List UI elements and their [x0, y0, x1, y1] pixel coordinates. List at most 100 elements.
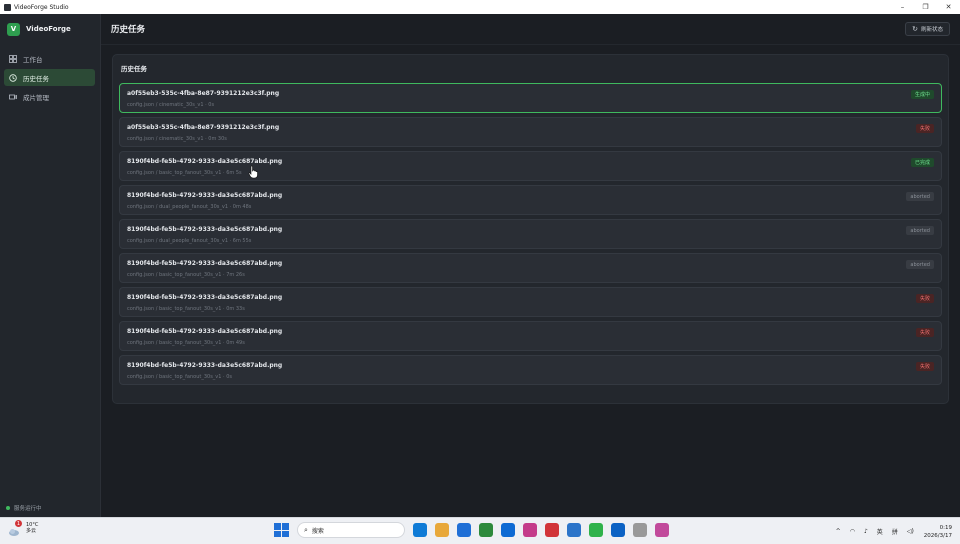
task-row[interactable]: 8190f4bd-fe5b-4792-9333-da3e5c687abd.png…: [119, 185, 942, 215]
taskbar-apps: ⌕ 搜索: [273, 522, 669, 538]
sidebar-item-videos[interactable]: 成片管理: [4, 88, 95, 105]
task-meta: config.json / basic_top_fanout_30s_v1 · …: [127, 306, 245, 312]
service-status: 服务运行中: [6, 504, 42, 512]
wifi-icon[interactable]: ◠: [850, 528, 855, 535]
window-title: VideoForge Studio: [14, 3, 69, 11]
status-dot-icon: [6, 506, 10, 510]
sidebar-item-history[interactable]: 历史任务: [4, 69, 95, 86]
status-badge: 已完成: [910, 158, 934, 167]
microphone-icon[interactable]: ♪: [864, 528, 868, 535]
task-row[interactable]: 8190f4bd-fe5b-4792-9333-da3e5c687abd.png…: [119, 287, 942, 317]
sidebar-item-label: 工作台: [23, 55, 43, 64]
sidebar-item-label: 历史任务: [23, 74, 49, 83]
task-filename: a0f55eb3-535c-4fba-8e87-9391212e3c3f.png: [127, 90, 280, 97]
window-titlebar: VideoForge Studio – ❐ ✕: [0, 0, 960, 14]
clock-time: 0:19: [939, 524, 952, 531]
app-icon: [4, 3, 11, 11]
task-row[interactable]: 8190f4bd-fe5b-4792-9333-da3e5c687abd.png…: [119, 355, 942, 385]
task-filename: 8190f4bd-fe5b-4792-9333-da3e5c687abd.png: [127, 158, 283, 165]
cloud-icon: 1: [8, 520, 22, 536]
task-filename: 8190f4bd-fe5b-4792-9333-da3e5c687abd.png: [127, 294, 283, 301]
taskbar-app-icon[interactable]: [611, 523, 625, 537]
task-filename: 8190f4bd-fe5b-4792-9333-da3e5c687abd.png: [127, 192, 283, 199]
taskbar-search[interactable]: ⌕ 搜索: [297, 522, 405, 538]
task-filename: 8190f4bd-fe5b-4792-9333-da3e5c687abd.png: [127, 328, 283, 335]
status-badge: aborted: [906, 260, 934, 269]
taskbar-app-icon[interactable]: [523, 523, 537, 537]
ime-indicator[interactable]: 拼: [892, 527, 898, 536]
video-icon: [9, 93, 17, 101]
task-row[interactable]: a0f55eb3-535c-4fba-8e87-9391212e3c3f.png…: [119, 117, 942, 147]
task-row[interactable]: 8190f4bd-fe5b-4792-9333-da3e5c687abd.png…: [119, 253, 942, 283]
notification-badge: 1: [15, 520, 22, 527]
task-meta: config.json / basic_top_fanout_30s_v1 · …: [127, 340, 245, 346]
brand: V VideoForge: [0, 14, 100, 44]
task-meta: config.json / basic_top_fanout_30s_v1 · …: [127, 170, 242, 176]
task-list: a0f55eb3-535c-4fba-8e87-9391212e3c3f.png…: [119, 83, 942, 389]
taskbar-app-icon[interactable]: [501, 523, 515, 537]
hand-cursor-icon: [248, 165, 258, 179]
clock-icon: [9, 73, 17, 82]
sidebar-nav: 工作台 历史任务 成片管理: [0, 50, 100, 105]
chevron-up-icon[interactable]: ^: [836, 528, 841, 535]
taskbar-app-icon[interactable]: [567, 523, 581, 537]
sidebar-item-label: 成片管理: [23, 93, 49, 102]
maximize-button[interactable]: ❐: [914, 0, 937, 14]
volume-icon[interactable]: ◁): [907, 528, 914, 535]
task-row[interactable]: 8190f4bd-fe5b-4792-9333-da3e5c687abd.png…: [119, 151, 942, 181]
service-status-text: 服务运行中: [14, 506, 42, 512]
status-badge: 失败: [915, 328, 934, 337]
minimize-button[interactable]: –: [891, 0, 914, 14]
taskbar-app-icon[interactable]: [589, 523, 603, 537]
task-meta: config.json / cinematic_30s_v1 · 0s: [127, 102, 215, 108]
page-title: 历史任务: [111, 25, 146, 35]
task-meta: config.json / dual_people_fanout_30s_v1 …: [127, 204, 252, 210]
task-row[interactable]: a0f55eb3-535c-4fba-8e87-9391212e3c3f.png…: [119, 83, 942, 113]
task-meta: config.json / cinematic_30s_v1 · 0m 30s: [127, 136, 227, 142]
taskbar-app-icon[interactable]: [545, 523, 559, 537]
task-meta: config.json / basic_top_fanout_30s_v1 · …: [127, 272, 245, 278]
brand-name: VideoForge: [26, 25, 71, 33]
close-button[interactable]: ✕: [937, 0, 960, 14]
search-icon: ⌕: [304, 525, 308, 534]
status-badge: aborted: [906, 226, 934, 235]
grid-icon: [9, 54, 17, 63]
status-badge: 失败: [915, 294, 934, 303]
taskbar-app-icon[interactable]: [633, 523, 647, 537]
language-indicator[interactable]: 英: [877, 527, 883, 536]
taskbar-app-icon[interactable]: [435, 523, 449, 537]
task-meta: config.json / dual_people_fanout_30s_v1 …: [127, 238, 252, 244]
refresh-label: 刷新状态: [920, 27, 943, 33]
sidebar-item-workbench[interactable]: 工作台: [4, 50, 95, 67]
status-badge: 失败: [915, 362, 934, 371]
main-content: 历史任务 ↻ 刷新状态 历史任务 a0f55eb3-535c-4fba-8e87…: [101, 14, 960, 517]
search-placeholder: 搜索: [311, 527, 324, 535]
clock-date: 2026/3/17: [923, 532, 952, 539]
task-filename: a0f55eb3-535c-4fba-8e87-9391212e3c3f.png: [127, 124, 280, 131]
refresh-button[interactable]: ↻ 刷新状态: [905, 22, 950, 36]
refresh-icon: ↻: [912, 25, 918, 33]
brand-logo: V: [7, 22, 20, 36]
weather-widget[interactable]: 1 10°C 多云: [8, 520, 38, 536]
history-panel: 历史任务 a0f55eb3-535c-4fba-8e87-9391212e3c3…: [112, 54, 949, 404]
taskbar-app-icon[interactable]: [655, 523, 669, 537]
status-badge: 失败: [915, 124, 934, 133]
task-row[interactable]: 8190f4bd-fe5b-4792-9333-da3e5c687abd.png…: [119, 219, 942, 249]
status-badge: aborted: [906, 192, 934, 201]
task-filename: 8190f4bd-fe5b-4792-9333-da3e5c687abd.png: [127, 226, 283, 233]
system-tray: ^ ◠ ♪ 英 拼 ◁) 0:19 2026/3/17: [827, 518, 952, 544]
windows-taskbar: 1 10°C 多云 ⌕ 搜索 ^ ◠ ♪ 英 拼 ◁) 0:19 2026/3/…: [0, 517, 960, 544]
windows-start-icon[interactable]: [273, 522, 289, 538]
panel-title: 历史任务: [121, 65, 147, 73]
sidebar: V VideoForge 工作台 历史任务 成片管理 服务运行中: [0, 14, 101, 517]
task-meta: config.json / basic_top_fanout_30s_v1 · …: [127, 374, 232, 380]
task-row[interactable]: 8190f4bd-fe5b-4792-9333-da3e5c687abd.png…: [119, 321, 942, 351]
weather-desc: 多云: [26, 528, 37, 534]
page-header: 历史任务 ↻ 刷新状态: [101, 14, 960, 45]
task-filename: 8190f4bd-fe5b-4792-9333-da3e5c687abd.png: [127, 260, 283, 267]
clock[interactable]: 0:19 2026/3/17: [924, 524, 952, 540]
taskbar-app-icon[interactable]: [413, 523, 427, 537]
taskbar-app-icon[interactable]: [479, 523, 493, 537]
status-badge: 生成中: [910, 90, 934, 99]
taskbar-app-icon[interactable]: [457, 523, 471, 537]
